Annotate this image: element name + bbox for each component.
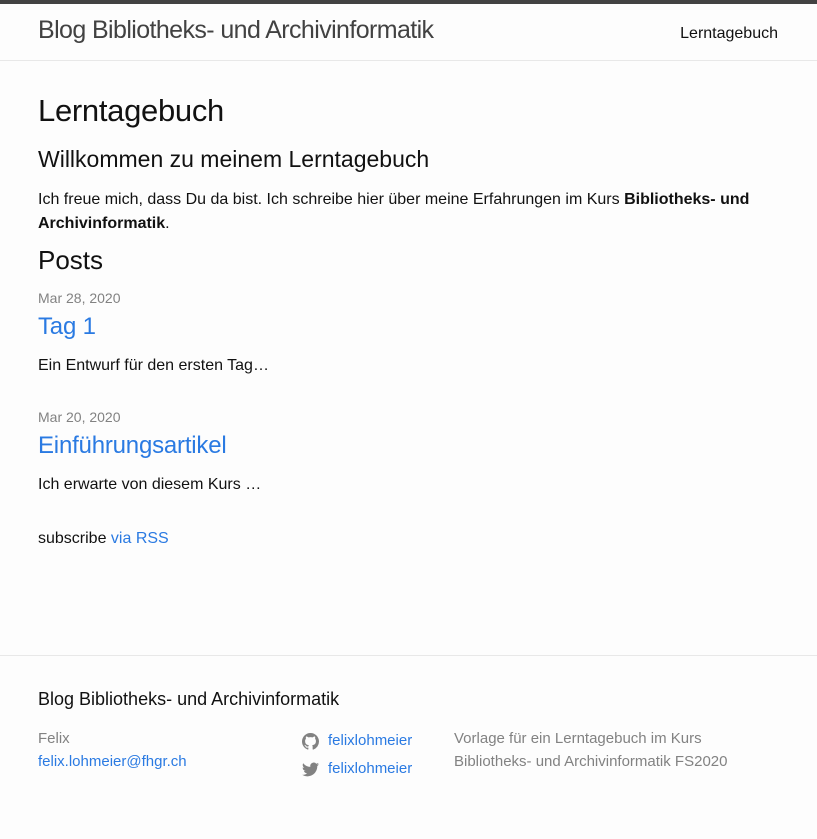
rss-link[interactable]: via RSS: [111, 530, 169, 547]
post-date: Mar 28, 2020: [38, 290, 121, 306]
author-name: Felix: [38, 730, 70, 747]
intro-paragraph: Ich freue mich, dass Du da bist. Ich sch…: [38, 188, 779, 236]
twitter-username: felixlohmeier: [328, 760, 413, 777]
site-header: Blog Bibliotheks- und Archivinformatik L…: [0, 4, 817, 61]
github-username: felixlohmeier: [328, 732, 413, 749]
nav-item-lerntagebuch[interactable]: Lerntagebuch: [680, 22, 778, 46]
rss-subscribe: subscribe via RSS: [38, 527, 779, 551]
footer-contact: Felix felix.lohmeier@fhgr.ch: [38, 727, 187, 773]
footer-description: Vorlage für ein Lerntagebuch im Kurs Bib…: [454, 730, 728, 770]
posts-heading: Posts: [38, 245, 104, 275]
github-icon: [302, 732, 319, 750]
site-title[interactable]: Blog Bibliotheks- und Archivinformatik: [38, 14, 434, 46]
email-link[interactable]: felix.lohmeier@fhgr.ch: [38, 753, 187, 770]
twitter-link[interactable]: felixlohmeier: [302, 755, 412, 783]
twitter-icon: [302, 762, 319, 776]
post-excerpt: Ich erwarte von diesem Kurs …: [38, 476, 262, 493]
site-footer: Blog Bibliotheks- und Archivinformatik F…: [0, 655, 817, 839]
subscribe-label: subscribe: [38, 530, 111, 547]
page-content: Lerntagebuch Willkommen zu meinem Lernta…: [0, 61, 817, 551]
intro-end: .: [165, 215, 170, 232]
footer-social: felixlohmeier felixlohmeier: [302, 727, 412, 783]
github-link[interactable]: felixlohmeier: [302, 727, 412, 755]
page-title: Lerntagebuch: [38, 93, 225, 128]
post-date: Mar 20, 2020: [38, 409, 121, 425]
welcome-heading: Willkommen zu meinem Lerntagebuch: [38, 146, 430, 172]
intro-text: Ich freue mich, dass Du da bist. Ich sch…: [38, 191, 625, 208]
post-excerpt: Ein Entwurf für den ersten Tag…: [38, 357, 269, 374]
list-item: Mar 20, 2020 Einführungsartikel Ich erwa…: [38, 407, 779, 497]
post-title-link[interactable]: Einführungsartikel: [38, 431, 779, 461]
post-list: Mar 28, 2020 Tag 1 Ein Entwurf für den e…: [38, 288, 779, 497]
list-item: Mar 28, 2020 Tag 1 Ein Entwurf für den e…: [38, 288, 779, 378]
post-title-link[interactable]: Tag 1: [38, 312, 779, 342]
footer-title: Blog Bibliotheks- und Archivinformatik: [38, 689, 340, 709]
